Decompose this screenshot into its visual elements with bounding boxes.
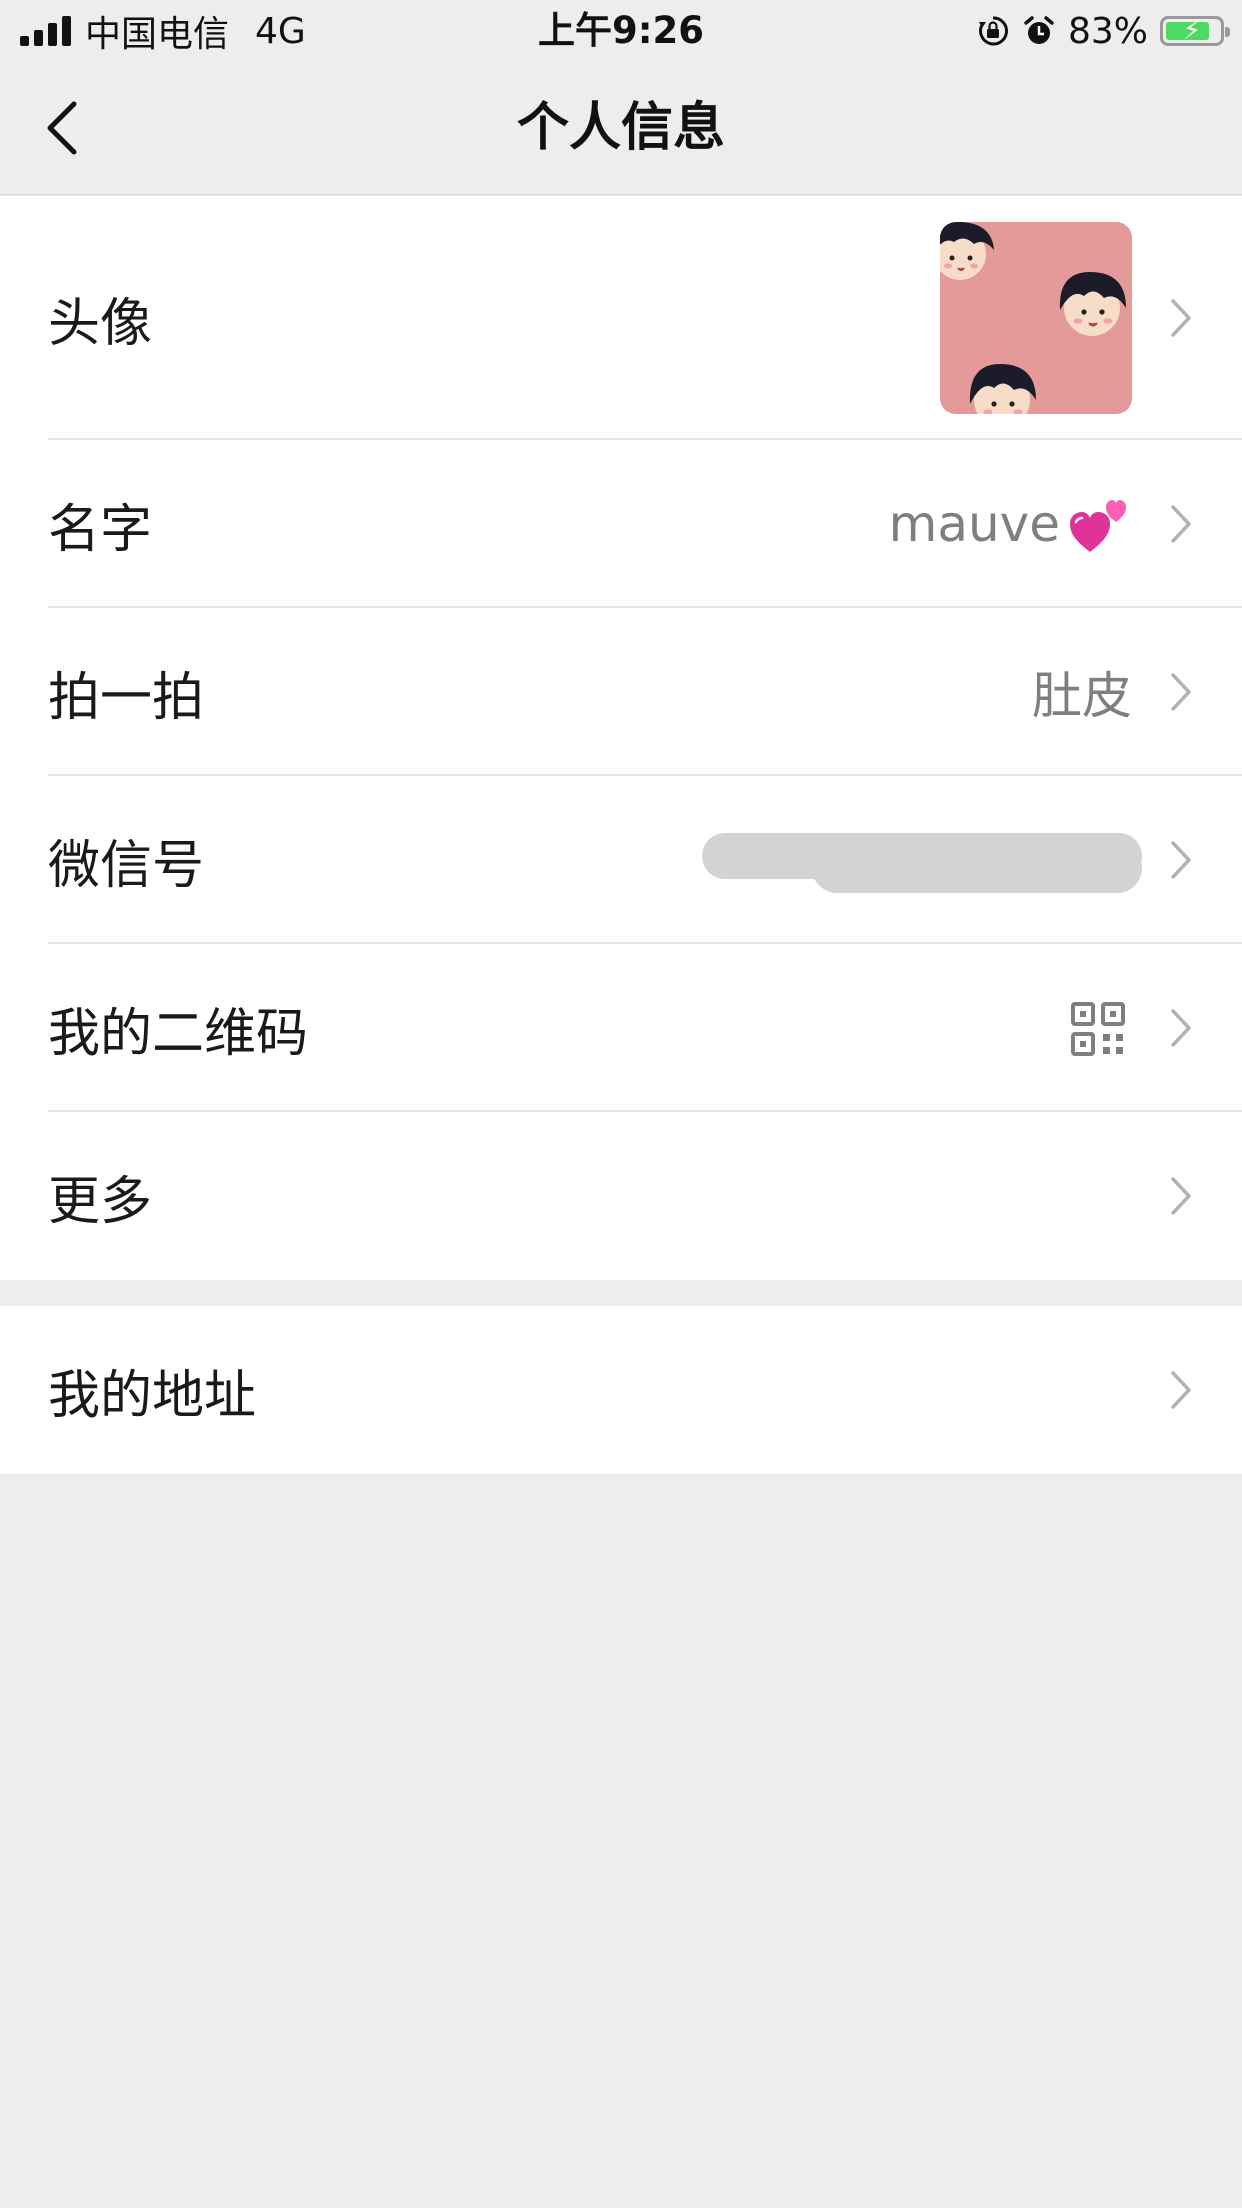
redacted-wechat-id xyxy=(702,833,1142,893)
chevron-right-icon xyxy=(1171,1177,1191,1215)
profile-list: 头像 名字 mauve 拍一拍 肚皮 微信号 我的二维码 更多 xyxy=(0,196,1242,1280)
status-right: 83% ⚡ xyxy=(976,8,1230,54)
name-text: mauve xyxy=(888,495,1060,553)
row-label-avatar: 头像 xyxy=(48,293,153,354)
row-label-name: 名字 xyxy=(48,499,153,560)
chevron-right-icon xyxy=(1171,1371,1191,1409)
chevron-right-icon xyxy=(1171,505,1191,543)
battery-charging-icon: ⚡ xyxy=(1160,16,1230,46)
row-more[interactable]: 更多 xyxy=(0,1112,1242,1280)
nav-bar: 个人信息 xyxy=(0,62,1242,195)
row-label-wechat-id: 微信号 xyxy=(48,835,205,896)
rotation-lock-icon xyxy=(978,16,1009,46)
row-name[interactable]: 名字 mauve xyxy=(0,440,1242,608)
chevron-right-icon xyxy=(1171,299,1191,337)
chevron-right-icon xyxy=(1171,841,1191,879)
status-bar: 中国电信 4G 上午9:26 83% ⚡ xyxy=(0,0,1242,62)
two-hearts-icon xyxy=(1070,500,1126,552)
bolt-icon: ⚡ xyxy=(1182,16,1202,46)
page-title: 个人信息 xyxy=(516,98,725,158)
row-label-address: 我的地址 xyxy=(48,1365,257,1426)
alarm-icon xyxy=(1024,16,1054,44)
row-qr-code[interactable]: 我的二维码 xyxy=(0,944,1242,1112)
row-value-name: mauve xyxy=(889,440,1132,608)
row-label-more: 更多 xyxy=(48,1171,153,1232)
row-label-qr-code: 我的二维码 xyxy=(48,1003,309,1064)
row-wechat-id[interactable]: 微信号 xyxy=(0,776,1242,944)
avatar[interactable] xyxy=(940,222,1132,414)
row-avatar[interactable]: 头像 xyxy=(0,196,1242,440)
address-list: 我的地址 xyxy=(0,1306,1242,1474)
battery-nub xyxy=(1225,27,1230,37)
qr-code-icon xyxy=(1071,1002,1125,1056)
row-value-pat: 肚皮 xyxy=(1032,667,1132,725)
chevron-right-icon xyxy=(1171,673,1191,711)
row-address[interactable]: 我的地址 xyxy=(0,1306,1242,1474)
chevron-right-icon xyxy=(1171,1009,1191,1047)
avatar-image xyxy=(940,222,1132,414)
row-label-pat: 拍一拍 xyxy=(48,667,205,728)
row-pat[interactable]: 拍一拍 肚皮 xyxy=(0,608,1242,776)
battery-percent: 83% xyxy=(1067,10,1148,52)
